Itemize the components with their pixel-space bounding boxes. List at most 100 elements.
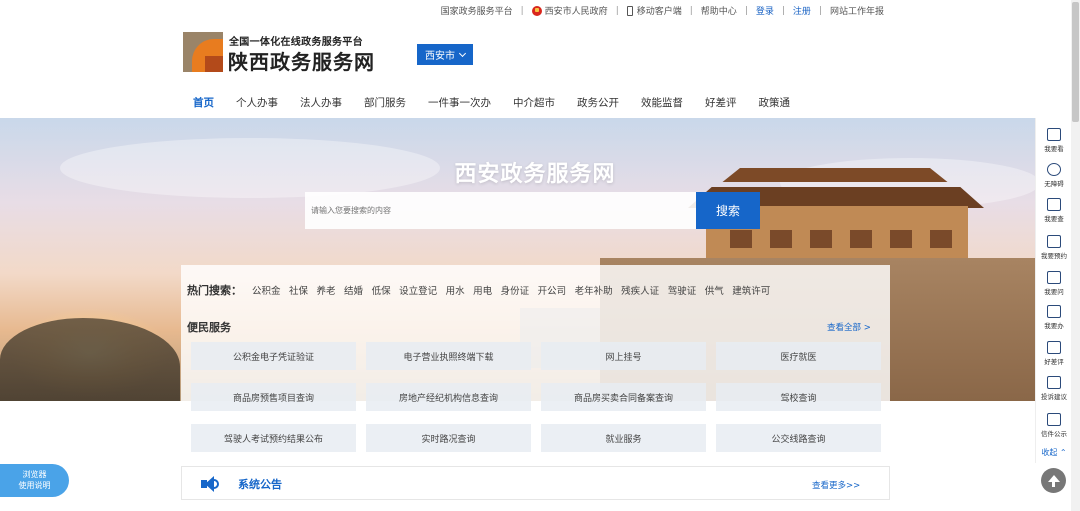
divider: | bbox=[818, 5, 822, 16]
service-button[interactable]: 医疗就医 bbox=[716, 342, 881, 370]
hot-keyword[interactable]: 老年补助 bbox=[575, 283, 613, 297]
sidebar-item-view[interactable]: 我要看 bbox=[1036, 128, 1072, 153]
banner-tower-window bbox=[930, 230, 952, 248]
sidebar-item-letters[interactable]: 信件公示 bbox=[1036, 413, 1072, 438]
search-button[interactable]: 搜索 bbox=[696, 192, 760, 229]
view-all-link[interactable]: 查看全部 > bbox=[827, 321, 871, 333]
hot-keyword[interactable]: 身份证 bbox=[501, 283, 530, 297]
search-box[interactable] bbox=[305, 192, 696, 229]
hot-keyword[interactable]: 开公司 bbox=[538, 283, 567, 297]
nav-departments[interactable]: 部门服务 bbox=[364, 95, 406, 110]
hot-keyword[interactable]: 残疾人证 bbox=[621, 283, 659, 297]
nav-home[interactable]: 首页 bbox=[193, 95, 214, 110]
hot-keyword[interactable]: 设立登记 bbox=[399, 283, 437, 297]
link-help-center[interactable]: 帮助中心 bbox=[701, 4, 737, 17]
nav-corporate[interactable]: 法人办事 bbox=[300, 95, 342, 110]
page-scrollbar[interactable] bbox=[1071, 0, 1080, 511]
city-selector[interactable]: 西安市 bbox=[417, 44, 473, 65]
nav-personal[interactable]: 个人办事 bbox=[236, 95, 278, 110]
view-more-link[interactable]: 查看更多>> bbox=[812, 479, 860, 491]
top-utility-bar: 国家政务服务平台 | 西安市人民政府 | 移动客户端 | 帮助中心 | 登录 |… bbox=[0, 0, 1080, 22]
nav-evaluation[interactable]: 好差评 bbox=[705, 95, 737, 110]
service-button[interactable]: 驾校查询 bbox=[716, 383, 881, 411]
sidebar-item-query[interactable]: 我要查 bbox=[1036, 198, 1072, 223]
page: 国家政务服务平台 | 西安市人民政府 | 移动客户端 | 帮助中心 | 登录 |… bbox=[0, 0, 1080, 511]
hot-keyword[interactable]: 低保 bbox=[372, 283, 391, 297]
service-button[interactable]: 就业服务 bbox=[541, 424, 706, 452]
sidebar-item-accessibility[interactable]: 无障碍 bbox=[1036, 163, 1072, 188]
banner-tower-window bbox=[890, 230, 912, 248]
sidebar-item-evaluation[interactable]: 好差评 bbox=[1036, 341, 1072, 366]
browser-guide-button[interactable]: 浏览器 使用说明 bbox=[0, 464, 69, 497]
service-button[interactable]: 电子营业执照终端下载 bbox=[366, 342, 531, 370]
mail-icon bbox=[1047, 376, 1061, 389]
browser-guide-line1: 浏览器 bbox=[22, 470, 47, 479]
services-panel: 热门搜索： 公积金 社保 养老 结婚 低保 设立登记 用水 用电 身份证 开公司… bbox=[181, 265, 890, 457]
divider: | bbox=[520, 5, 524, 16]
service-button[interactable]: 房地产经纪机构信息查询 bbox=[366, 383, 531, 411]
sidebar-collapse-button[interactable]: 收起 ⌃ bbox=[1036, 447, 1072, 458]
link-xian-government[interactable]: 西安市人民政府 bbox=[531, 4, 608, 17]
link-annual-report[interactable]: 网站工作年报 bbox=[830, 4, 884, 17]
hot-keyword[interactable]: 用电 bbox=[473, 283, 492, 297]
divider: | bbox=[615, 5, 619, 16]
service-button[interactable]: 公积金电子凭证验证 bbox=[191, 342, 356, 370]
hot-keyword[interactable]: 公积金 bbox=[252, 283, 281, 297]
banner-tower-window bbox=[770, 230, 792, 248]
sidebar-item-appointment[interactable]: 我要预约 bbox=[1036, 235, 1072, 260]
browser-guide-line2: 使用说明 bbox=[18, 481, 51, 490]
main-nav: 首页 个人办事 法人办事 部门服务 一件事一次办 中介超市 政务公开 效能监督 … bbox=[193, 95, 812, 110]
city-label: 西安市 bbox=[425, 51, 455, 62]
calendar-icon bbox=[1047, 235, 1061, 248]
hot-keyword[interactable]: 结婚 bbox=[344, 283, 363, 297]
hot-keyword[interactable]: 社保 bbox=[289, 283, 308, 297]
announcement-bar: 系统公告 查看更多>> bbox=[181, 466, 890, 500]
eye-icon bbox=[1047, 128, 1061, 141]
nav-gov-affairs[interactable]: 政务公开 bbox=[577, 95, 619, 110]
banner-title: 西安政务服务网 bbox=[454, 162, 616, 187]
hot-keyword[interactable]: 养老 bbox=[317, 283, 336, 297]
register-link[interactable]: 注册 bbox=[793, 4, 811, 17]
nav-agency-market[interactable]: 中介超市 bbox=[513, 95, 555, 110]
chevron-down-icon bbox=[458, 49, 467, 57]
top-links: 国家政务服务平台 | 西安市人民政府 | 移动客户端 | 帮助中心 | 登录 |… bbox=[441, 4, 884, 17]
hot-search: 热门搜索： 公积金 社保 养老 结婚 低保 设立登记 用水 用电 身份证 开公司… bbox=[187, 282, 779, 298]
banner-tower-window bbox=[810, 230, 832, 248]
service-button[interactable]: 实时路况查询 bbox=[366, 424, 531, 452]
nav-policy[interactable]: 政策通 bbox=[759, 95, 791, 110]
divider: | bbox=[781, 5, 785, 16]
comment-icon bbox=[1047, 341, 1061, 354]
logo-title[interactable]: 陕西政务服务网 bbox=[228, 46, 375, 75]
link-national-platform[interactable]: 国家政务服务平台 bbox=[441, 4, 513, 17]
chevron-up-icon: ⌃ bbox=[1059, 448, 1067, 457]
service-button[interactable]: 商品房买卖合同备案查询 bbox=[541, 383, 706, 411]
sidebar-item-complaint[interactable]: 投诉建议 bbox=[1036, 376, 1072, 401]
scrollbar-thumb[interactable] bbox=[1072, 2, 1079, 122]
sidebar-item-ask[interactable]: 我要问 bbox=[1036, 271, 1072, 296]
nav-supervision[interactable]: 效能监督 bbox=[641, 95, 683, 110]
divider: | bbox=[744, 5, 748, 16]
banner-tower-window bbox=[730, 230, 752, 248]
service-button[interactable]: 网上挂号 bbox=[541, 342, 706, 370]
search-doc-icon bbox=[1047, 198, 1061, 211]
hot-keyword[interactable]: 驾驶证 bbox=[668, 283, 697, 297]
login-link[interactable]: 登录 bbox=[756, 4, 774, 17]
service-button[interactable]: 商品房预售项目查询 bbox=[191, 383, 356, 411]
service-button[interactable]: 公交线路查询 bbox=[716, 424, 881, 452]
service-button[interactable]: 驾驶人考试预约结果公布 bbox=[191, 424, 356, 452]
back-to-top-button[interactable] bbox=[1041, 468, 1066, 493]
site-logo-icon[interactable] bbox=[183, 32, 223, 72]
hot-keyword[interactable]: 供气 bbox=[705, 283, 724, 297]
emblem-icon bbox=[531, 5, 542, 16]
nav-one-stop[interactable]: 一件事一次办 bbox=[428, 95, 491, 110]
search-input[interactable] bbox=[311, 206, 696, 215]
hot-keyword[interactable]: 用水 bbox=[446, 283, 465, 297]
services-title: 便民服务 bbox=[187, 321, 231, 334]
hot-keyword[interactable]: 建筑许可 bbox=[732, 283, 770, 297]
services-grid: 公积金电子凭证验证 电子营业执照终端下载 网上挂号 医疗就医 商品房预售项目查询… bbox=[191, 342, 881, 452]
announcement-title: 系统公告 bbox=[238, 478, 282, 491]
accessibility-icon bbox=[1047, 163, 1061, 176]
sidebar-item-handle[interactable]: 我要办 bbox=[1036, 305, 1072, 330]
briefcase-icon bbox=[1047, 305, 1061, 318]
link-mobile-client[interactable]: 移动客户端 bbox=[626, 4, 682, 17]
